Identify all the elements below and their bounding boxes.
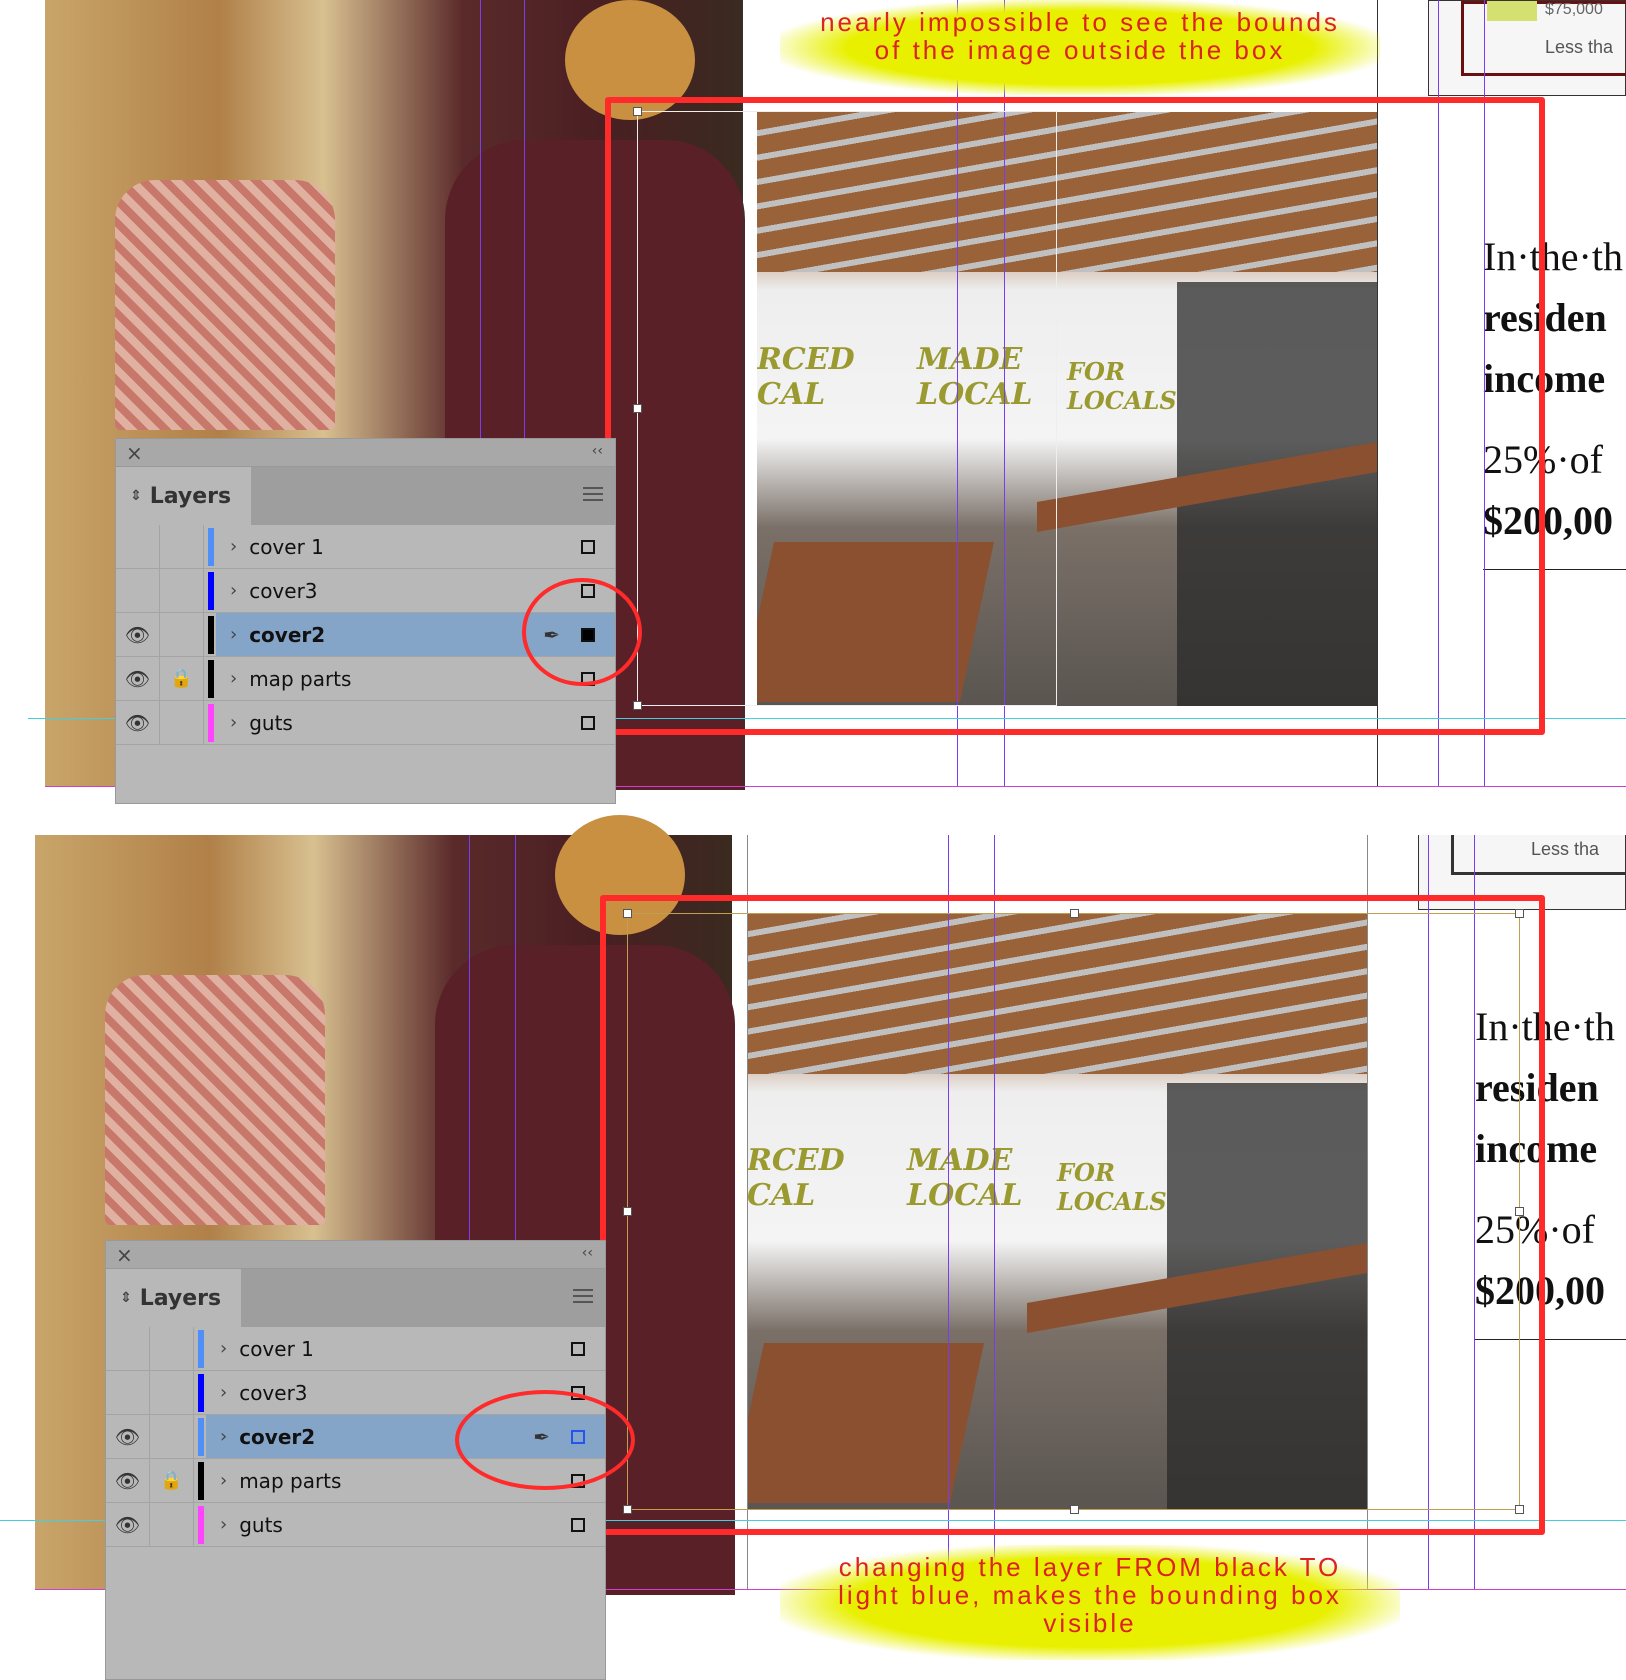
- chevron-right-icon[interactable]: ›: [230, 668, 237, 689]
- eye-icon[interactable]: 👁: [106, 1415, 150, 1458]
- layer-name: cover2: [239, 1424, 316, 1449]
- lock-toggle[interactable]: [150, 1371, 194, 1414]
- annotation-bottom: changing the layer FROM black TO light b…: [780, 1545, 1400, 1660]
- chevron-right-icon[interactable]: ›: [230, 624, 237, 645]
- lock-toggle[interactable]: [160, 569, 204, 612]
- chevron-right-icon[interactable]: ›: [230, 580, 237, 601]
- tab-label: Layers: [149, 483, 232, 509]
- close-icon[interactable]: ×: [126, 441, 143, 465]
- panel-menu-icon[interactable]: [583, 487, 603, 501]
- updown-icon: ⇕: [120, 1290, 132, 1306]
- lock-toggle[interactable]: [150, 1415, 194, 1458]
- layer-row-cover-1[interactable]: › cover 1: [116, 525, 615, 569]
- layer-name: cover3: [249, 578, 318, 603]
- annotation-top: nearly impossible to see the bounds of t…: [780, 0, 1380, 95]
- chevron-right-icon[interactable]: ›: [220, 1514, 227, 1535]
- annotation-circle: [455, 1390, 635, 1490]
- target-icon[interactable]: [581, 539, 595, 554]
- lock-toggle[interactable]: [160, 525, 204, 568]
- eye-icon[interactable]: 👁: [106, 1459, 150, 1502]
- lock-toggle[interactable]: [150, 1503, 194, 1546]
- target-icon[interactable]: [571, 1341, 585, 1356]
- visibility-toggle[interactable]: [106, 1327, 150, 1370]
- top-section: RCED CAL MADE LOCAL FOR LOCALS $75,000 L…: [0, 0, 1626, 810]
- chevron-right-icon[interactable]: ›: [220, 1470, 227, 1491]
- layer-name: cover 1: [249, 534, 324, 559]
- eye-icon[interactable]: 👁: [116, 701, 160, 744]
- chevron-right-icon[interactable]: ›: [220, 1382, 227, 1403]
- layer-name: cover 1: [239, 1336, 314, 1361]
- visibility-toggle[interactable]: [106, 1371, 150, 1414]
- eye-icon[interactable]: 👁: [116, 657, 160, 700]
- lock-toggle[interactable]: [160, 613, 204, 656]
- collapse-icon[interactable]: ‹‹: [582, 1245, 593, 1261]
- layer-row-cover-1[interactable]: › cover 1: [106, 1327, 605, 1371]
- visibility-toggle[interactable]: [116, 569, 160, 612]
- legend-item: Less tha: [1531, 839, 1600, 859]
- visibility-toggle[interactable]: [116, 525, 160, 568]
- lock-icon[interactable]: 🔒: [160, 657, 204, 700]
- legend-item: $75,000: [1545, 1, 1603, 18]
- layer-name: guts: [239, 1512, 283, 1537]
- tab-label: Layers: [139, 1285, 222, 1311]
- lock-icon[interactable]: 🔒: [150, 1459, 194, 1502]
- lock-toggle[interactable]: [160, 701, 204, 744]
- eye-icon[interactable]: 👁: [116, 613, 160, 656]
- chevron-right-icon[interactable]: ›: [220, 1338, 227, 1359]
- layer-name: guts: [249, 710, 293, 735]
- layer-row-guts[interactable]: 👁 › guts: [106, 1503, 605, 1547]
- annotation-circle: [522, 578, 642, 686]
- target-icon[interactable]: [571, 1517, 585, 1532]
- panel-menu-icon[interactable]: [573, 1289, 593, 1303]
- collapse-icon[interactable]: ‹‹: [592, 443, 603, 459]
- layer-name: cover2: [249, 622, 326, 647]
- annotation-box: [600, 895, 1545, 1535]
- chevron-right-icon[interactable]: ›: [230, 712, 237, 733]
- tab-layers[interactable]: ⇕ Layers: [106, 1269, 241, 1327]
- annotation-box: [605, 97, 1545, 735]
- layer-name: cover3: [239, 1380, 308, 1405]
- chevron-right-icon[interactable]: ›: [220, 1426, 227, 1447]
- chevron-right-icon[interactable]: ›: [230, 536, 237, 557]
- layer-name: map parts: [239, 1468, 342, 1493]
- map-thumbnail: $75,000 Less tha: [1428, 0, 1626, 96]
- target-icon[interactable]: [581, 715, 595, 730]
- layer-name: map parts: [249, 666, 352, 691]
- legend-item: Less tha: [1545, 37, 1614, 57]
- eye-icon[interactable]: 👁: [106, 1503, 150, 1546]
- layer-row-guts[interactable]: 👁 › guts: [116, 701, 615, 745]
- lock-toggle[interactable]: [150, 1327, 194, 1370]
- close-icon[interactable]: ×: [116, 1243, 133, 1267]
- tab-layers[interactable]: ⇕ Layers: [116, 467, 251, 525]
- updown-icon: ⇕: [130, 488, 142, 504]
- bottom-section: RCED CAL MADE LOCAL FOR LOCALS Less tha …: [0, 815, 1626, 1680]
